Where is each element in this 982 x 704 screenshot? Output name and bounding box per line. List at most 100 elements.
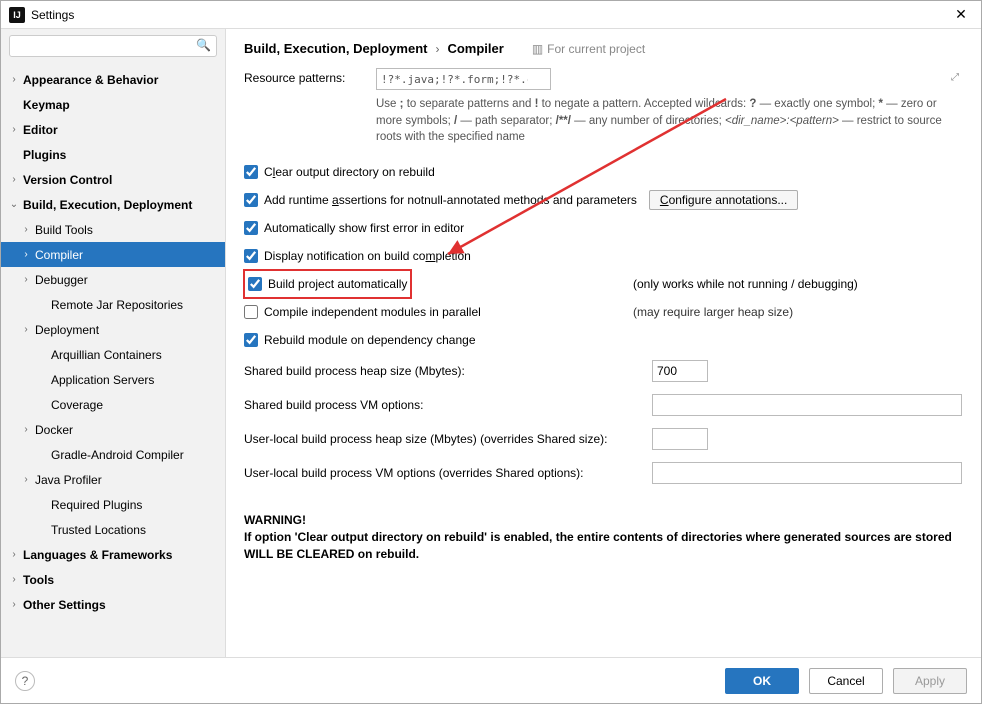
footer: ? OK Cancel Apply bbox=[1, 657, 981, 703]
checkbox-rebuild-dependency[interactable] bbox=[244, 333, 258, 347]
configure-annotations-button[interactable]: Configure annotations... bbox=[649, 190, 798, 210]
close-icon[interactable]: ✕ bbox=[949, 6, 973, 23]
chevron-right-icon: › bbox=[19, 274, 33, 285]
help-icon[interactable]: ? bbox=[15, 671, 35, 691]
titlebar: IJ Settings ✕ bbox=[1, 1, 981, 29]
checkbox-build-notification[interactable] bbox=[244, 249, 258, 263]
sidebar-item-docker[interactable]: ›Docker bbox=[1, 417, 225, 442]
sidebar-item-version-control[interactable]: ›Version Control bbox=[1, 167, 225, 192]
label-show-first-error: Automatically show first error in editor bbox=[264, 221, 464, 235]
sidebar-item-label: Keymap bbox=[21, 98, 70, 112]
sidebar-item-debugger[interactable]: ›Debugger bbox=[1, 267, 225, 292]
sidebar-item-java-profiler[interactable]: ›Java Profiler bbox=[1, 467, 225, 492]
ok-button[interactable]: OK bbox=[725, 668, 799, 694]
sidebar-item-label: Appearance & Behavior bbox=[21, 73, 158, 87]
sidebar-item-deployment[interactable]: ›Deployment bbox=[1, 317, 225, 342]
label-rebuild-dependency: Rebuild module on dependency change bbox=[264, 333, 476, 347]
scope-text: For current project bbox=[547, 42, 645, 56]
sidebar-item-label: Application Servers bbox=[49, 373, 154, 387]
label-shared-heap: Shared build process heap size (Mbytes): bbox=[244, 364, 652, 378]
label-compile-parallel: Compile independent modules in parallel bbox=[264, 305, 481, 319]
row-user-heap: User-local build process heap size (Mbyt… bbox=[244, 422, 963, 456]
sidebar-item-build-tools[interactable]: ›Build Tools bbox=[1, 217, 225, 242]
sidebar-item-arquillian-containers[interactable]: Arquillian Containers bbox=[1, 342, 225, 367]
sidebar-item-required-plugins[interactable]: Required Plugins bbox=[1, 492, 225, 517]
content: Build, Execution, Deployment › Compiler … bbox=[226, 29, 981, 657]
sidebar-item-label: Deployment bbox=[33, 323, 99, 337]
project-icon: ▥ bbox=[532, 42, 543, 56]
checkbox-show-first-error[interactable] bbox=[244, 221, 258, 235]
expand-icon[interactable]: ⤢ bbox=[951, 72, 959, 83]
window-title: Settings bbox=[31, 8, 949, 22]
sidebar-item-label: Other Settings bbox=[21, 598, 106, 612]
sidebar-item-label: Editor bbox=[21, 123, 58, 137]
chevron-right-icon: › bbox=[19, 424, 33, 435]
sidebar-item-editor[interactable]: ›Editor bbox=[1, 117, 225, 142]
chevron-right-icon: › bbox=[19, 249, 33, 260]
app-icon: IJ bbox=[9, 7, 25, 23]
sidebar-item-label: Languages & Frameworks bbox=[21, 548, 172, 562]
sidebar-item-label: Remote Jar Repositories bbox=[49, 298, 183, 312]
cancel-button[interactable]: Cancel bbox=[809, 668, 883, 694]
sidebar-item-label: Coverage bbox=[49, 398, 103, 412]
chevron-right-icon: › bbox=[7, 124, 21, 135]
checkbox-runtime-assertions[interactable] bbox=[244, 193, 258, 207]
sidebar-item-label: Build Tools bbox=[33, 223, 93, 237]
sidebar-item-trusted-locations[interactable]: Trusted Locations bbox=[1, 517, 225, 542]
note-compile-parallel: (may require larger heap size) bbox=[633, 305, 963, 319]
sidebar: 🔍 ›Appearance & BehaviorKeymap›EditorPlu… bbox=[1, 29, 226, 657]
chevron-right-icon: › bbox=[7, 174, 21, 185]
input-shared-vmopts[interactable] bbox=[652, 394, 962, 416]
check-runtime-assertions[interactable]: Add runtime assertions for notnull-annot… bbox=[244, 186, 963, 214]
patterns-help: Use ; to separate patterns and ! to nega… bbox=[376, 96, 963, 146]
input-shared-heap[interactable] bbox=[652, 360, 708, 382]
checkbox-compile-parallel[interactable] bbox=[244, 305, 258, 319]
checkbox-clear-output[interactable] bbox=[244, 165, 258, 179]
sidebar-item-coverage[interactable]: Coverage bbox=[1, 392, 225, 417]
search-input[interactable] bbox=[9, 35, 217, 57]
resource-patterns-input[interactable] bbox=[376, 68, 551, 90]
sidebar-item-remote-jar-repositories[interactable]: Remote Jar Repositories bbox=[1, 292, 225, 317]
note-build-automatically: (only works while not running / debuggin… bbox=[633, 277, 963, 291]
resource-patterns-label: Resource patterns: bbox=[244, 68, 376, 85]
label-shared-vmopts: Shared build process VM options: bbox=[244, 398, 652, 412]
sidebar-item-label: Plugins bbox=[21, 148, 66, 162]
warning-head: WARNING! bbox=[244, 512, 963, 529]
check-build-notification[interactable]: Display notification on build completion bbox=[244, 242, 963, 270]
sidebar-item-plugins[interactable]: Plugins bbox=[1, 142, 225, 167]
scope-label: ▥ For current project bbox=[532, 42, 645, 56]
check-build-automatically[interactable]: Build project automatically bbox=[244, 270, 411, 298]
chevron-right-icon: › bbox=[19, 324, 33, 335]
check-show-first-error[interactable]: Automatically show first error in editor bbox=[244, 214, 963, 242]
sidebar-item-label: Tools bbox=[21, 573, 54, 587]
check-rebuild-dependency[interactable]: Rebuild module on dependency change bbox=[244, 326, 963, 354]
sidebar-item-gradle-android-compiler[interactable]: Gradle-Android Compiler bbox=[1, 442, 225, 467]
input-user-vmopts[interactable] bbox=[652, 462, 962, 484]
sidebar-item-label: Version Control bbox=[21, 173, 112, 187]
sidebar-item-compiler[interactable]: ›Compiler bbox=[1, 242, 225, 267]
sidebar-item-label: Java Profiler bbox=[33, 473, 102, 487]
sidebar-item-appearance-behavior[interactable]: ›Appearance & Behavior bbox=[1, 67, 225, 92]
sidebar-item-label: Build, Execution, Deployment bbox=[21, 198, 192, 212]
sidebar-item-build-execution-deployment[interactable]: ⌄Build, Execution, Deployment bbox=[1, 192, 225, 217]
sidebar-item-application-servers[interactable]: Application Servers bbox=[1, 367, 225, 392]
checkbox-build-automatically[interactable] bbox=[248, 277, 262, 291]
sidebar-item-other-settings[interactable]: ›Other Settings bbox=[1, 592, 225, 617]
chevron-right-icon: › bbox=[19, 224, 33, 235]
sidebar-item-keymap[interactable]: Keymap bbox=[1, 92, 225, 117]
sidebar-item-label: Docker bbox=[33, 423, 73, 437]
sidebar-item-tools[interactable]: ›Tools bbox=[1, 567, 225, 592]
warning-body: If option 'Clear output directory on reb… bbox=[244, 529, 963, 563]
apply-button[interactable]: Apply bbox=[893, 668, 967, 694]
sidebar-item-label: Trusted Locations bbox=[49, 523, 146, 537]
sidebar-item-label: Arquillian Containers bbox=[49, 348, 162, 362]
chevron-right-icon: › bbox=[7, 574, 21, 585]
body: 🔍 ›Appearance & BehaviorKeymap›EditorPlu… bbox=[1, 29, 981, 657]
sidebar-item-languages-frameworks[interactable]: ›Languages & Frameworks bbox=[1, 542, 225, 567]
settings-tree[interactable]: ›Appearance & BehaviorKeymap›EditorPlugi… bbox=[1, 63, 225, 657]
input-user-heap[interactable] bbox=[652, 428, 708, 450]
breadcrumb-parent[interactable]: Build, Execution, Deployment bbox=[244, 41, 427, 56]
check-compile-parallel[interactable]: Compile independent modules in parallel … bbox=[244, 298, 963, 326]
chevron-right-icon: › bbox=[7, 599, 21, 610]
check-clear-output[interactable]: Clear output directory on rebuild bbox=[244, 158, 963, 186]
